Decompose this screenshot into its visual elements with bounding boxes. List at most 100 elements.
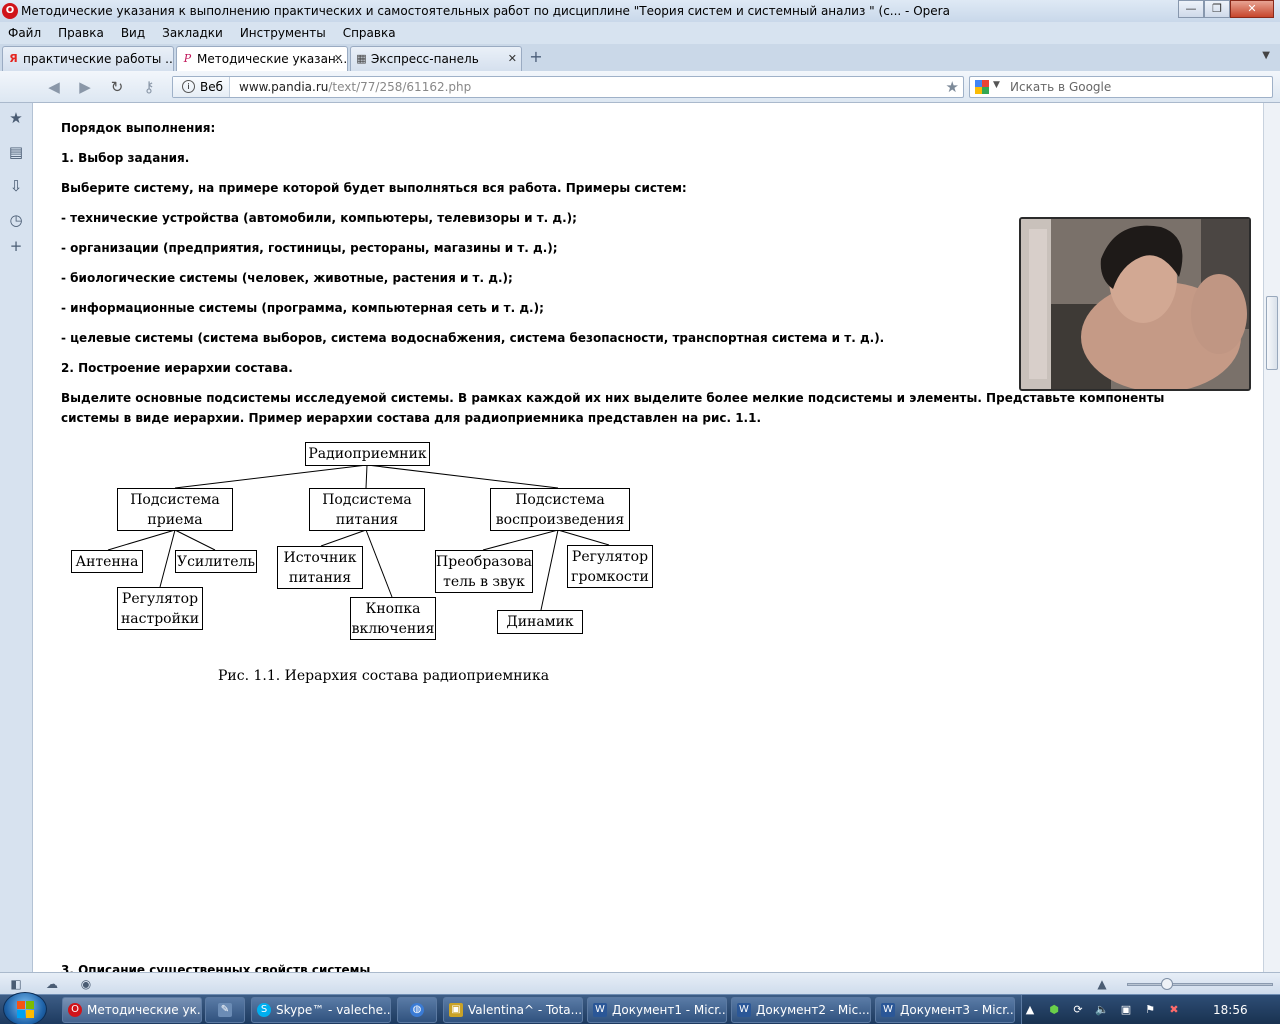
taskbar-item-opera[interactable]: O Методические ук... [62, 997, 202, 1023]
update-icon[interactable]: ⟳ [1071, 1003, 1085, 1017]
address-toolbar: ◀ ▶ ↻ ⚷ i Веб www.pandia.ru/text/77/258/… [0, 71, 1280, 103]
menu-bar: Файл Правка Вид Закладки Инструменты Спр… [0, 22, 1280, 44]
taskbar-item-web[interactable]: ◍ [397, 997, 437, 1023]
sidebar-panel: ★ ▤ ⇩ ◷ + [0, 103, 33, 972]
tab-close-icon[interactable]: ✕ [508, 52, 517, 65]
yandex-icon: Я [9, 52, 18, 65]
menu-file[interactable]: Файл [8, 26, 41, 40]
taskbar-item-skype[interactable]: S Skype™ - valeche... [251, 997, 391, 1023]
add-panel-icon[interactable]: + [7, 237, 25, 255]
diagram-node-reception: Подсистема приема [117, 488, 233, 531]
diagram-node-antenna: Антенна [71, 550, 143, 573]
tab-label: Экспресс-панель [371, 52, 479, 66]
webcam-video-overlay[interactable] [1019, 217, 1251, 391]
close-button[interactable]: ✕ [1230, 0, 1274, 18]
tab-list-chevron-down-icon[interactable]: ▼ [1262, 50, 1270, 61]
taskbar-item-label: Документ1 - Micr... [612, 1003, 727, 1017]
word-icon: W [881, 1003, 895, 1017]
taskbar-item-total-commander[interactable]: ▣ Valentina^ - Tota... [443, 997, 583, 1023]
pen-icon: ✎ [218, 1003, 232, 1017]
title-bar: O Методические указания к выполнению пра… [0, 0, 1280, 22]
show-hidden-icons-chevron-up-icon[interactable]: ▲ [1023, 1003, 1037, 1017]
tab-speed-dial[interactable]: ▦ Экспресс-панель ✕ [350, 46, 522, 71]
diagram-node-tuning: Регулятор настройки [117, 587, 203, 630]
url-path: /text/77/258/61162.php [328, 80, 472, 94]
taskbar-item-pen[interactable]: ✎ [205, 997, 245, 1023]
window-title: Методические указания к выполнению практ… [21, 4, 950, 18]
taskbar-item-document1[interactable]: W Документ1 - Micr... [587, 997, 727, 1023]
search-engine-chevron-down-icon[interactable]: ▼ [993, 80, 1000, 90]
opera-logo-icon[interactable]: O [2, 3, 18, 19]
url-text[interactable]: www.pandia.ru/text/77/258/61162.php [239, 80, 471, 94]
tab-label: Методические указан... [197, 52, 348, 66]
history-clock-icon[interactable]: ◷ [7, 211, 25, 229]
forward-arrow-icon[interactable]: ▶ [75, 78, 95, 96]
panel-toggle-icon[interactable]: ◧ [8, 976, 24, 992]
pandia-icon: P [183, 52, 192, 65]
speed-dial-icon: ▦ [356, 52, 367, 65]
diagram-node-speaker: Динамик [497, 610, 583, 634]
windows-taskbar: O Методические ук... ✎ S Skype™ - valech… [0, 992, 1280, 1024]
taskbar-item-document2[interactable]: W Документ2 - Mic... [731, 997, 871, 1023]
tab-label: практические работы ... [23, 52, 174, 66]
diagram-node-power-button: Кнопка включения [350, 597, 436, 640]
wand-key-icon[interactable]: ⚷ [139, 78, 159, 96]
menu-bookmarks[interactable]: Закладки [162, 26, 223, 40]
url-host: www.pandia.ru [239, 80, 329, 94]
search-field[interactable]: ▼ Искать в Google [969, 76, 1273, 98]
notes-icon[interactable]: ▤ [7, 143, 25, 161]
zoom-slider-track[interactable] [1127, 983, 1273, 986]
diagram-node-power: Подсистема питания [309, 488, 425, 531]
start-button[interactable] [3, 992, 47, 1024]
vertical-scrollbar[interactable] [1263, 103, 1280, 972]
tab-methodical[interactable]: P Методические указан... ✕ [176, 46, 348, 71]
tab-close-icon[interactable]: ✕ [334, 52, 343, 65]
total-commander-icon: ▣ [449, 1003, 463, 1017]
globe-icon: i [182, 80, 195, 93]
menu-help[interactable]: Справка [343, 26, 396, 40]
bookmarks-star-icon[interactable]: ★ [7, 109, 25, 127]
turbo-icon[interactable]: ◉ [78, 976, 94, 992]
skype-icon: S [257, 1003, 271, 1017]
bookmark-star-icon[interactable]: ★ [946, 78, 959, 96]
new-tab-icon[interactable]: + [527, 48, 545, 66]
menu-edit[interactable]: Правка [58, 26, 104, 40]
reload-icon[interactable]: ↻ [107, 78, 127, 96]
tab-practical-works[interactable]: Я практические работы ... [2, 46, 174, 71]
status-bar: ◧ ☁ ◉ ▲ [0, 972, 1280, 994]
antivirus-shield-icon[interactable]: ⬢ [1047, 1003, 1061, 1017]
minimize-button[interactable]: — [1178, 0, 1204, 18]
diagram-node-playback: Подсистема воспроизведения [490, 488, 630, 531]
downloads-icon[interactable]: ⇩ [7, 177, 25, 195]
word-icon: W [593, 1003, 607, 1017]
volume-speaker-icon[interactable]: 🔈 [1095, 1003, 1109, 1017]
tab-bar: Я практические работы ... P Методические… [0, 44, 1280, 71]
globe-app-icon: ◍ [410, 1003, 424, 1017]
windows-logo-icon [17, 1001, 35, 1019]
network-icon[interactable]: ▣ [1119, 1003, 1133, 1017]
address-field[interactable]: i Веб www.pandia.ru/text/77/258/61162.ph… [172, 76, 964, 98]
zoom-arrow-icon[interactable]: ▲ [1094, 976, 1110, 992]
opera-unite-cloud-icon[interactable]: ☁ [44, 976, 60, 992]
scrollbar-thumb[interactable] [1266, 296, 1278, 370]
menu-tools[interactable]: Инструменты [240, 26, 326, 40]
opera-icon: O [68, 1003, 82, 1017]
zoom-slider-knob[interactable] [1161, 978, 1173, 990]
back-arrow-icon[interactable]: ◀ [44, 78, 64, 96]
diagram-node-volume: Регулятор громкости [567, 545, 653, 588]
taskbar-item-document3[interactable]: W Документ3 - Micr... [875, 997, 1015, 1023]
tray-app-icon[interactable]: ✖ [1167, 1003, 1181, 1017]
figure-caption: Рис. 1.1. Иерархия состава радиоприемник… [218, 668, 550, 684]
step-heading: 3. Описание существенных свойств системы [61, 963, 371, 972]
diagram-node-amplifier: Усилитель [175, 550, 257, 573]
taskbar-clock[interactable]: 18:56 [1213, 1003, 1248, 1017]
google-icon[interactable] [975, 80, 989, 94]
taskbar-item-label: Skype™ - valeche... [276, 1003, 391, 1017]
menu-view[interactable]: Вид [121, 26, 145, 40]
maximize-button[interactable]: ❐ [1204, 0, 1230, 18]
action-center-flag-icon[interactable]: ⚑ [1143, 1003, 1157, 1017]
web-badge[interactable]: i Веб [173, 77, 230, 97]
web-badge-label: Веб [200, 80, 224, 94]
diagram-node-root: Радиоприемник [305, 442, 430, 466]
diagram-node-power-source: Источник питания [277, 546, 363, 589]
